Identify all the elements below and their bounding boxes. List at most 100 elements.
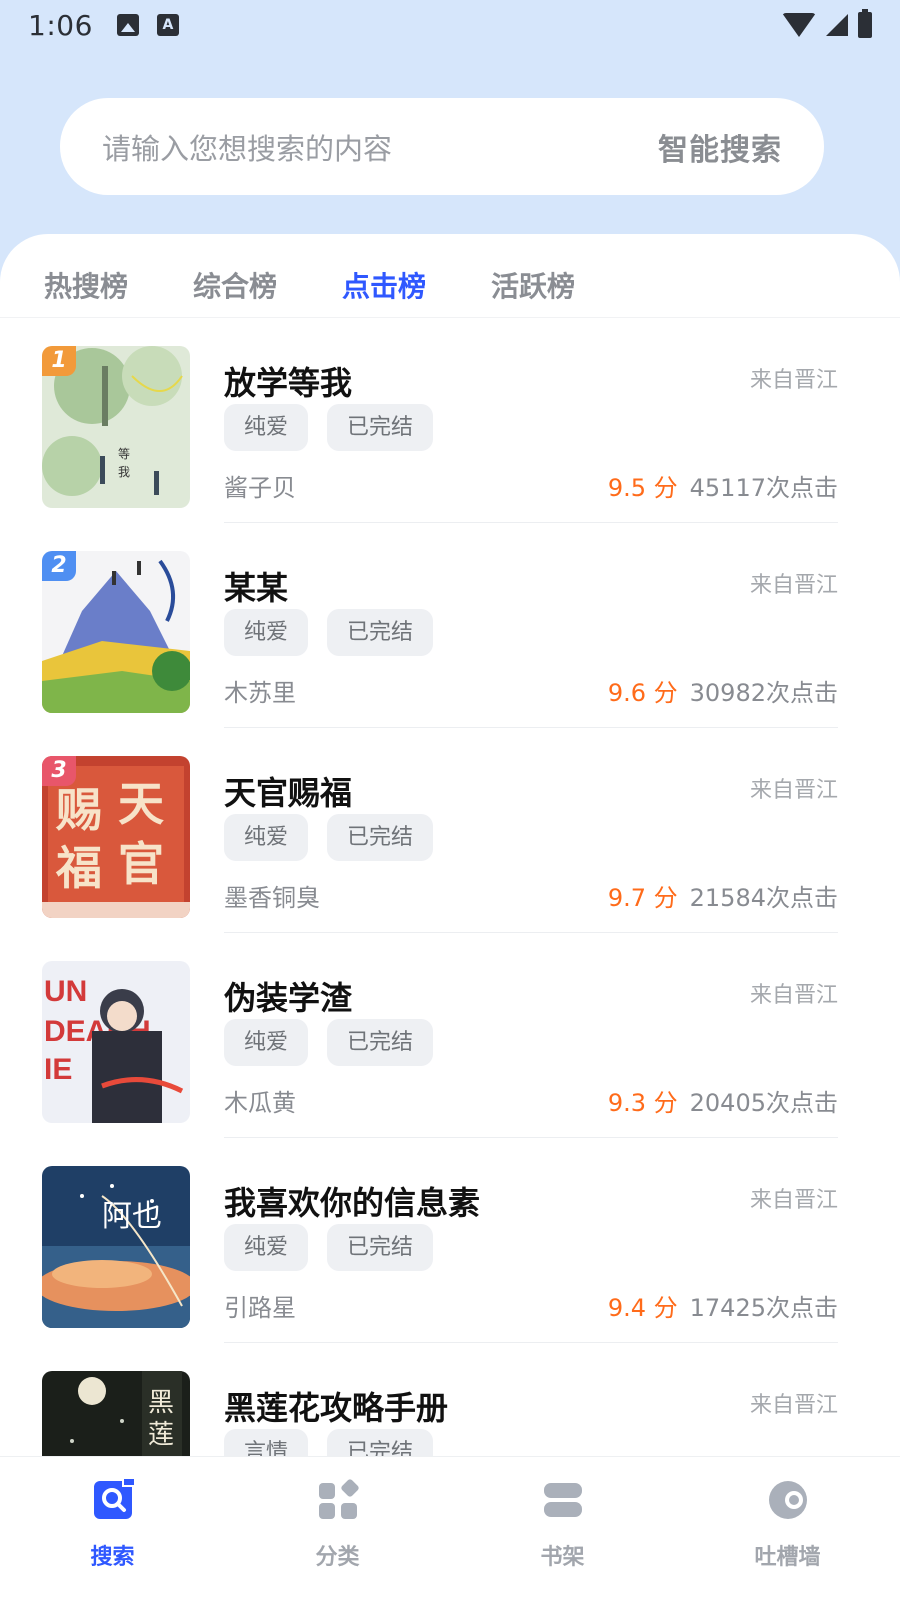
status-bar: 1:06 A bbox=[0, 0, 900, 50]
smart-search-button[interactable]: 智能搜索 bbox=[658, 125, 782, 169]
svg-text:UN: UN bbox=[44, 975, 87, 1008]
book-item[interactable]: UN DEACH IE 伪装学渣 来自晋江 纯爱 已完结 木瓜黄 9.3 分 2… bbox=[0, 933, 900, 1138]
tag[interactable]: 已完结 bbox=[327, 609, 434, 656]
search-bar[interactable]: 请输入您想搜索的内容 智能搜索 bbox=[60, 98, 824, 195]
tag[interactable]: 纯爱 bbox=[224, 1224, 309, 1271]
book-title[interactable]: 放学等我 bbox=[224, 358, 352, 404]
tab-clicks[interactable]: 点击榜 bbox=[342, 247, 426, 305]
svg-text:阿也: 阿也 bbox=[102, 1200, 162, 1233]
book-title[interactable]: 某某 bbox=[224, 563, 288, 609]
book-title[interactable]: 伪装学渣 bbox=[224, 973, 352, 1019]
tag[interactable]: 已完结 bbox=[327, 404, 434, 451]
tag[interactable]: 已完结 bbox=[327, 814, 434, 861]
ranking-tabs: 热搜榜 综合榜 点击榜 活跃榜 bbox=[0, 234, 900, 318]
book-stats: 9.5 分 45117次点击 bbox=[608, 468, 838, 503]
book-item[interactable]: 黑 莲 黑莲花攻略手册 来自晋江 言情 已完结 bbox=[0, 1343, 900, 1458]
book-title[interactable]: 黑莲花攻略手册 bbox=[224, 1383, 448, 1429]
book-cover[interactable]: UN DEACH IE bbox=[42, 961, 190, 1123]
rank-badge: 3 bbox=[42, 756, 76, 786]
book-author: 酱子贝 bbox=[224, 474, 296, 502]
tag[interactable]: 已完结 bbox=[327, 1019, 434, 1066]
chat-wall-icon bbox=[768, 1481, 807, 1519]
search-input[interactable]: 请输入您想搜索的内容 bbox=[102, 126, 658, 168]
book-clicks: 17425次点击 bbox=[689, 1294, 838, 1322]
book-tags: 纯爱 已完结 bbox=[224, 404, 434, 451]
tag[interactable]: 言情 bbox=[224, 1429, 309, 1458]
book-author: 木苏里 bbox=[224, 679, 296, 707]
book-source: 来自晋江 bbox=[749, 1188, 838, 1213]
tab-overall[interactable]: 综合榜 bbox=[193, 247, 277, 305]
cover-image: 阿也 bbox=[42, 1166, 190, 1328]
book-tags: 纯爱 已完结 bbox=[224, 1019, 434, 1066]
image-notification-icon bbox=[116, 14, 139, 36]
book-score: 9.3 分 bbox=[607, 1089, 678, 1117]
cover-image: 黑 莲 bbox=[42, 1371, 190, 1458]
book-cover[interactable]: 黑 莲 bbox=[42, 1371, 190, 1458]
book-stats: 9.3 分 20405次点击 bbox=[608, 1083, 838, 1118]
nav-chat-wall[interactable]: 吐槽墙 bbox=[675, 1457, 900, 1600]
book-list: 等 我 1 放学等我 来自晋江 纯爱 已完结 酱子贝 9.5 分 45117次点… bbox=[0, 318, 900, 1458]
book-cover[interactable]: 赐 天 福 官 3 bbox=[42, 756, 190, 918]
tag[interactable]: 已完结 bbox=[327, 1224, 434, 1271]
svg-text:等: 等 bbox=[118, 447, 130, 461]
book-source: 来自晋江 bbox=[749, 778, 838, 803]
tab-hot-search[interactable]: 热搜榜 bbox=[44, 247, 128, 305]
bottom-nav: 搜索 分类 书架 吐槽墙 bbox=[0, 1456, 900, 1600]
book-author: 墨香铜臭 bbox=[224, 884, 320, 912]
book-source: 来自晋江 bbox=[749, 1393, 838, 1418]
wifi-icon bbox=[782, 13, 816, 37]
svg-text:赐: 赐 bbox=[55, 785, 102, 836]
ranking-panel: 热搜榜 综合榜 点击榜 活跃榜 等 我 1 放学等我 来自晋江 纯爱 已完结 酱… bbox=[0, 234, 900, 1600]
book-tags: 纯爱 已完结 bbox=[224, 1224, 434, 1271]
rank-badge: 2 bbox=[42, 551, 76, 581]
book-score: 9.7 分 bbox=[607, 884, 678, 912]
battery-icon bbox=[858, 9, 872, 38]
book-title[interactable]: 天官赐福 bbox=[224, 768, 352, 814]
nav-label: 分类 bbox=[315, 1545, 360, 1570]
cellular-signal-icon bbox=[826, 14, 848, 36]
book-clicks: 20405次点击 bbox=[689, 1089, 838, 1117]
book-title[interactable]: 我喜欢你的信息素 bbox=[224, 1178, 480, 1224]
book-clicks: 45117次点击 bbox=[689, 474, 838, 502]
bookshelf-icon bbox=[543, 1483, 582, 1517]
book-stats: 9.4 分 17425次点击 bbox=[608, 1288, 838, 1323]
tag[interactable]: 纯爱 bbox=[224, 609, 309, 656]
book-cover[interactable]: 阿也 bbox=[42, 1166, 190, 1328]
book-item[interactable]: 等 我 1 放学等我 来自晋江 纯爱 已完结 酱子贝 9.5 分 45117次点… bbox=[0, 318, 900, 523]
book-source: 来自晋江 bbox=[749, 573, 838, 598]
search-icon bbox=[93, 1479, 134, 1519]
book-score: 9.4 分 bbox=[607, 1294, 678, 1322]
book-item[interactable]: 赐 天 福 官 3 天官赐福 来自晋江 纯爱 已完结 墨香铜臭 9.7 分 21… bbox=[0, 728, 900, 933]
svg-text:福: 福 bbox=[55, 843, 102, 894]
nav-category[interactable]: 分类 bbox=[225, 1457, 450, 1600]
book-cover[interactable]: 2 bbox=[42, 551, 190, 713]
book-stats: 9.6 分 30982次点击 bbox=[608, 673, 838, 708]
svg-text:我: 我 bbox=[118, 465, 130, 479]
tag[interactable]: 纯爱 bbox=[224, 1019, 309, 1066]
nav-search[interactable]: 搜索 bbox=[0, 1457, 225, 1600]
tag[interactable]: 已完结 bbox=[327, 1429, 434, 1458]
book-tags: 纯爱 已完结 bbox=[224, 814, 434, 861]
tag[interactable]: 纯爱 bbox=[224, 814, 309, 861]
nav-label: 搜索 bbox=[90, 1545, 135, 1570]
svg-text:天: 天 bbox=[118, 779, 164, 830]
book-stats: 9.7 分 21584次点击 bbox=[608, 878, 838, 913]
book-tags: 言情 已完结 bbox=[224, 1429, 434, 1458]
book-item[interactable]: 2 某某 来自晋江 纯爱 已完结 木苏里 9.6 分 30982次点击 bbox=[0, 523, 900, 728]
nav-label: 书架 bbox=[540, 1545, 585, 1570]
book-cover[interactable]: 等 我 1 bbox=[42, 346, 190, 508]
category-icon bbox=[318, 1479, 359, 1519]
svg-text:官: 官 bbox=[118, 839, 164, 890]
tab-active[interactable]: 活跃榜 bbox=[491, 247, 575, 305]
book-author: 木瓜黄 bbox=[224, 1089, 296, 1117]
book-clicks: 21584次点击 bbox=[689, 884, 838, 912]
book-clicks: 30982次点击 bbox=[689, 679, 838, 707]
book-author: 引路星 bbox=[224, 1294, 296, 1322]
book-source: 来自晋江 bbox=[749, 983, 838, 1008]
text-notification-icon: A bbox=[156, 14, 179, 36]
nav-bookshelf[interactable]: 书架 bbox=[450, 1457, 675, 1600]
book-item[interactable]: 阿也 我喜欢你的信息素 来自晋江 纯爱 已完结 引路星 9.4 分 17425次… bbox=[0, 1138, 900, 1343]
book-score: 9.5 分 bbox=[607, 474, 678, 502]
book-source: 来自晋江 bbox=[749, 368, 838, 393]
tag[interactable]: 纯爱 bbox=[224, 404, 309, 451]
